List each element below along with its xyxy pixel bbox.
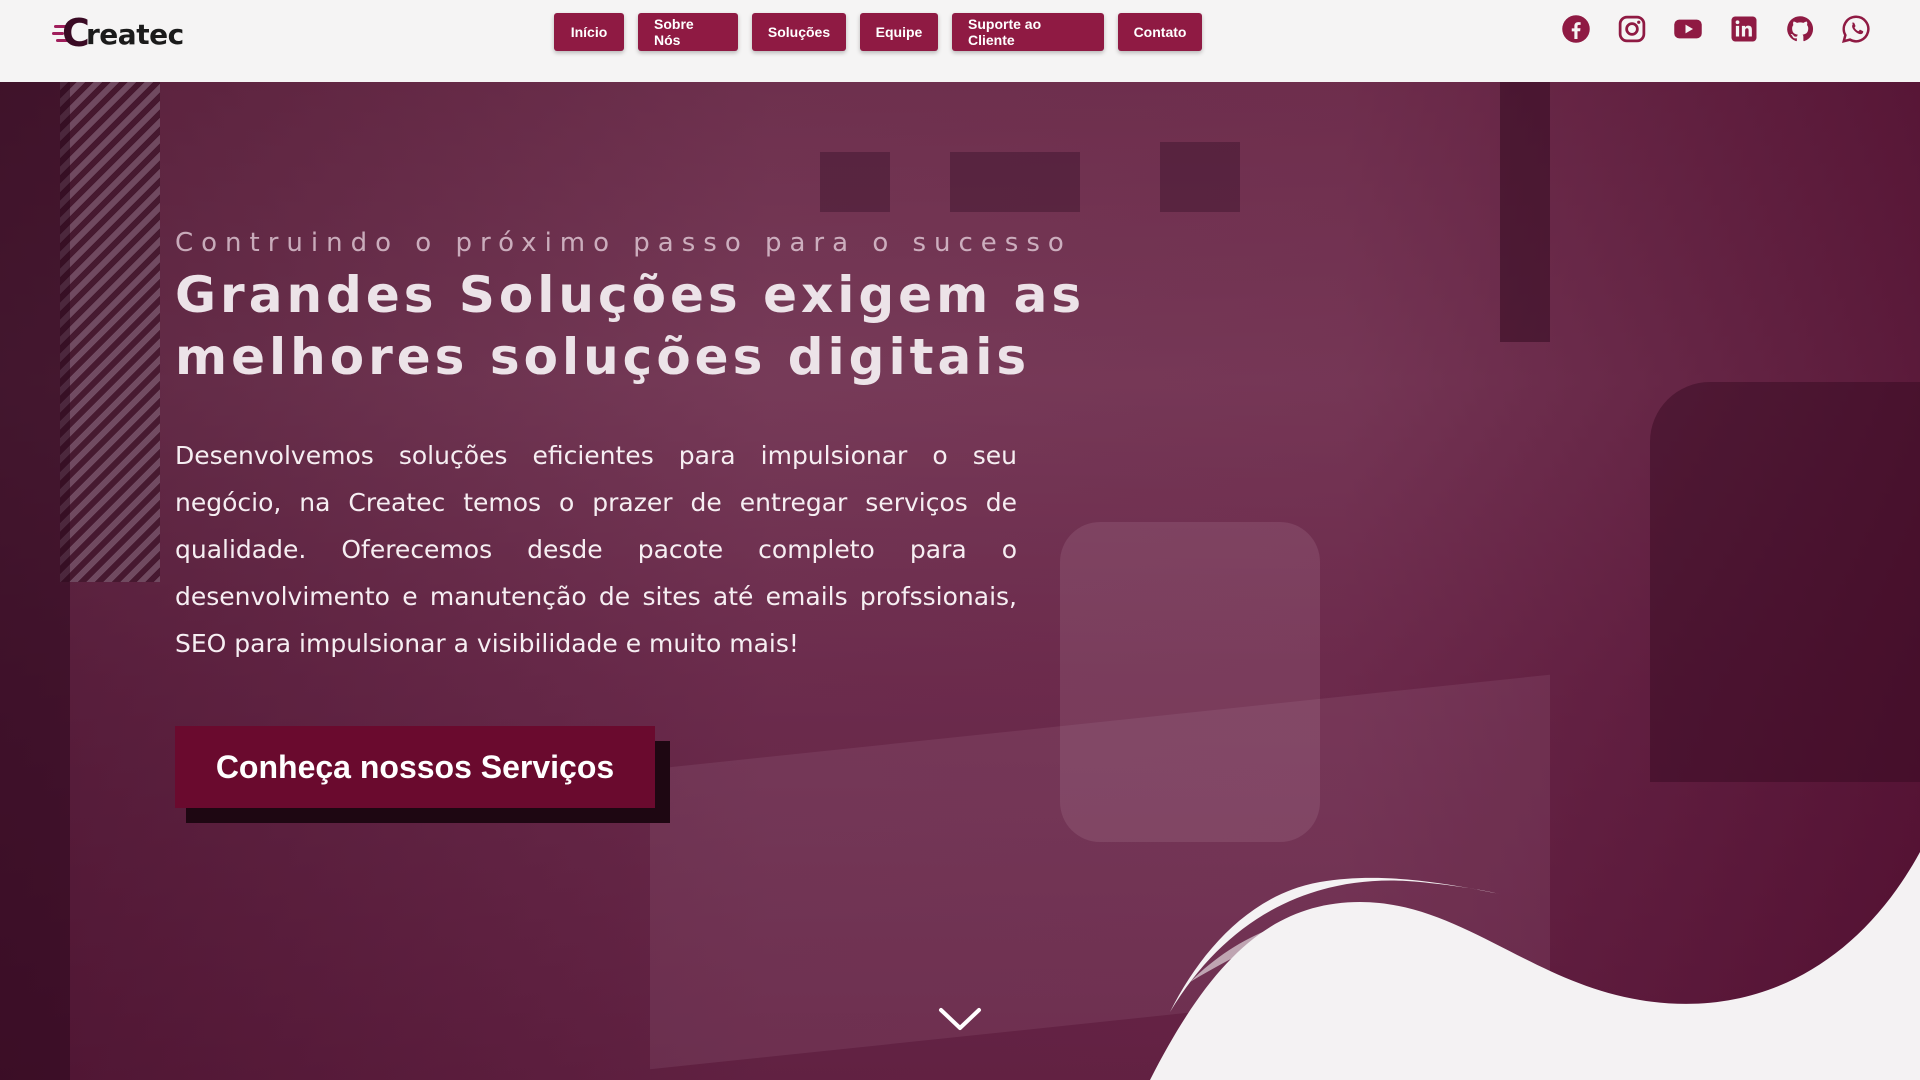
site-header: C reatec Início Sobre Nós Soluções Equip… [0,0,1920,82]
hero-content: Contruindo o próximo passo para o sucess… [175,228,1375,667]
services-cta-button[interactable]: Conheça nossos Serviços [175,726,655,808]
whatsapp-icon[interactable] [1840,12,1872,46]
nav-contato-button[interactable]: Contato [1118,13,1202,51]
hero-section: Contruindo o próximo passo para o sucess… [0,82,1920,1080]
facebook-icon[interactable] [1560,12,1592,46]
hero-description: Desenvolvemos soluções eficientes para i… [175,441,1017,658]
instagram-icon[interactable] [1616,12,1648,46]
nav-equipe-button[interactable]: Equipe [860,13,938,51]
nav-solucoes-button[interactable]: Soluções [752,13,846,51]
brand-logo[interactable]: C reatec [52,11,184,55]
hero-headline: Grandes Soluções exigem as melhores solu… [175,266,1086,386]
nav-inicio-button[interactable]: Início [554,13,624,51]
youtube-icon[interactable] [1672,12,1704,46]
linkedin-icon[interactable] [1728,12,1760,46]
chevron-down-icon[interactable] [937,1004,983,1034]
hero-eyebrow: Contruindo o próximo passo para o sucess… [175,228,1072,258]
brand-name: reatec [86,17,184,51]
main-nav: Início Sobre Nós Soluções Equipe Suporte… [554,13,1202,51]
nav-suporte-button[interactable]: Suporte ao Cliente [952,13,1104,51]
nav-sobre-nos-button[interactable]: Sobre Nós [638,13,738,51]
cta-container: Conheça nossos Serviços [175,726,671,826]
github-icon[interactable] [1784,12,1816,46]
social-links [1560,12,1872,46]
logo-mark-icon: C [52,11,90,55]
